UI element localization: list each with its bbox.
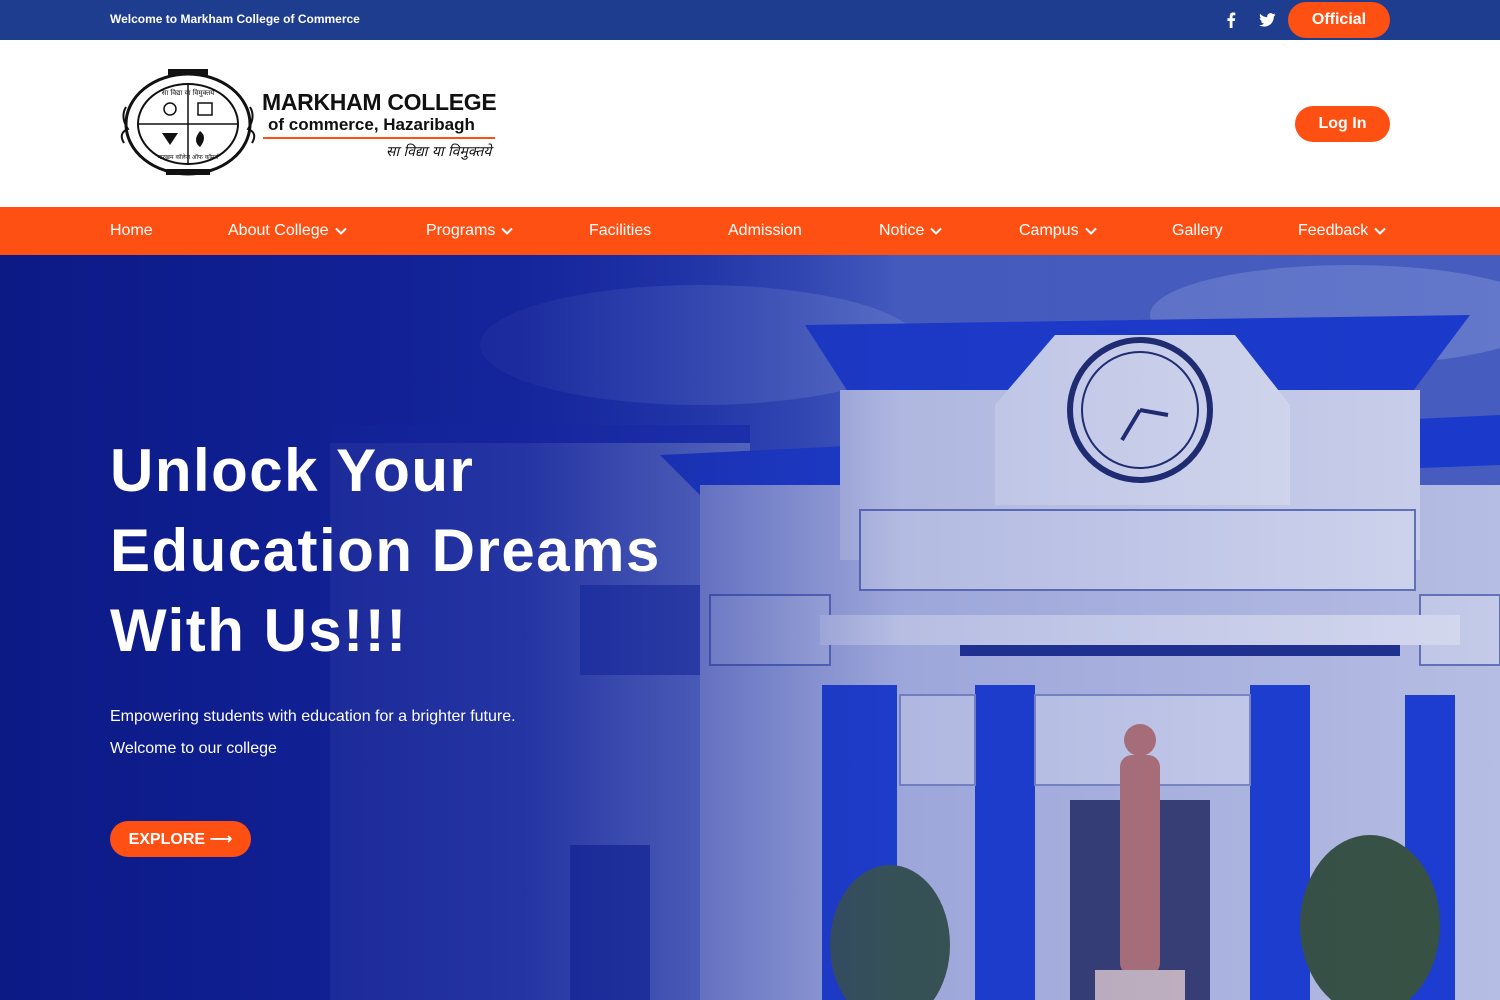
nav-item-label: Programs (426, 222, 496, 239)
hero-subtitle: Empowering students with education for a… (110, 708, 516, 757)
logo-divider (263, 137, 495, 139)
nav-item-gallery[interactable]: Gallery (1172, 207, 1223, 255)
emblem-top-text: सा विद्या या विमुक्तये (162, 88, 216, 97)
main-nav: Home About College Programs Facilities A… (0, 207, 1500, 255)
nav-item-programs[interactable]: Programs (426, 207, 514, 255)
nav-item-about-college[interactable]: About College (228, 207, 347, 255)
emblem-bottom-text: मारखम कॉलेज ऑफ कॉमर्स (157, 153, 219, 161)
hero-title-line: With Us!!! (110, 597, 408, 664)
nav-item-label: Feedback (1298, 222, 1369, 239)
welcome-text: Welcome to Markham College of Commerce (110, 12, 360, 26)
facebook-icon[interactable] (1221, 10, 1241, 30)
nav-item-label: Admission (728, 222, 802, 239)
nav-item-label: About College (228, 222, 329, 239)
nav-item-campus[interactable]: Campus (1019, 207, 1097, 255)
chevron-down-icon (501, 227, 514, 235)
chevron-down-icon (1374, 227, 1386, 235)
explore-button[interactable]: EXPLORE ⟶ (110, 821, 251, 857)
top-bar: Welcome to Markham College of Commerce O… (0, 0, 1500, 40)
logo-subtitle: of commerce, Hazaribagh (268, 115, 475, 134)
nav-item-notice[interactable]: Notice (879, 207, 943, 255)
nav-item-admission[interactable]: Admission (728, 207, 802, 255)
nav-item-facilities[interactable]: Facilities (589, 207, 651, 255)
nav-item-label: Campus (1019, 222, 1079, 239)
chevron-down-icon (1084, 227, 1097, 235)
hero-title: Unlock Your Education Dreams With Us!!! (110, 431, 750, 671)
hero-title-line: Education Dreams (110, 517, 661, 584)
login-button[interactable]: Log In (1295, 106, 1390, 142)
logo-title: MARKHAM COLLEGE (262, 89, 497, 115)
hero-section: Unlock Your Education Dreams With Us!!! … (0, 255, 1500, 1000)
nav-item-label: Facilities (589, 222, 652, 239)
hero-title-line: Unlock Your (110, 437, 475, 504)
nav-item-label: Notice (879, 222, 925, 239)
logo-motto: सा विद्या या विमुक्तये (386, 144, 492, 160)
chevron-down-icon (930, 227, 943, 235)
nav-item-feedback[interactable]: Feedback (1298, 207, 1386, 255)
college-logo[interactable]: सा विद्या या विमुक्तये मारखम कॉलेज ऑफ कॉ… (120, 67, 500, 182)
college-emblem-icon: सा विद्या या विमुक्तये मारखम कॉलेज ऑफ कॉ… (120, 69, 256, 176)
nav-item-label: Gallery (1172, 222, 1223, 239)
nav-item-label: Home (110, 222, 153, 239)
site-header: सा विद्या या विमुक्तये मारखम कॉलेज ऑफ कॉ… (0, 40, 1500, 207)
twitter-icon[interactable] (1257, 10, 1277, 30)
chevron-down-icon (334, 227, 347, 235)
nav-item-home[interactable]: Home (110, 207, 153, 255)
official-button[interactable]: Official (1288, 2, 1390, 38)
